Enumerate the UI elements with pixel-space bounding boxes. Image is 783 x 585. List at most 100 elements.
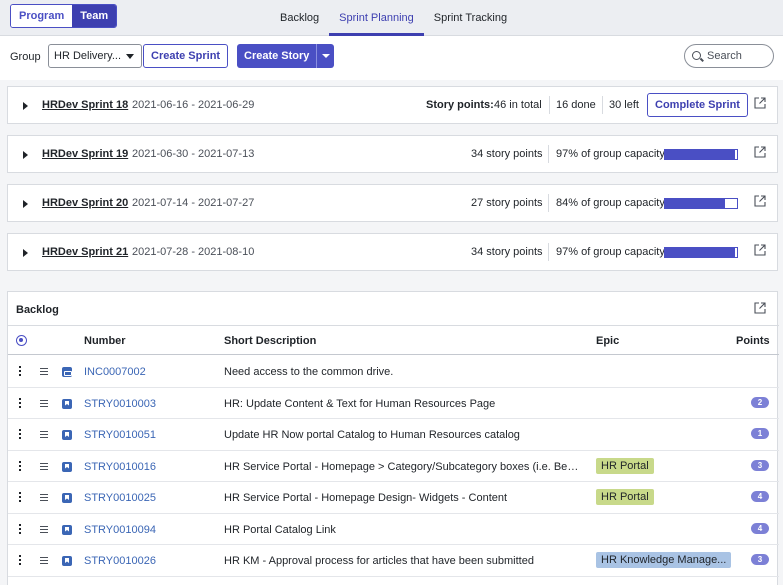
story-points-label: Story points: [426,99,494,111]
short-description: HR KM - Approval process for articles th… [224,555,534,567]
sprint-name-link[interactable]: HRDev Sprint 21 [42,246,128,258]
scope-toggle: Program Team [10,4,118,28]
story-points-count: 34 story points [471,148,543,160]
expand-caret-icon[interactable] [23,249,28,257]
table-row[interactable]: STRY0010026 HR KM - Approval process for… [8,545,779,577]
record-number-link[interactable]: STRY0010016 [84,461,156,473]
toolbar: Group HR Delivery... Create Sprint Creat… [0,36,783,80]
program-toggle-button[interactable]: Program [11,5,73,27]
open-external-icon[interactable] [754,146,766,158]
row-actions-icon[interactable] [19,492,21,503]
short-description: Update HR Now portal Catalog to Human Re… [224,429,520,441]
story-points-left: 30 left [609,99,639,111]
drag-handle-icon[interactable] [40,494,48,501]
row-actions-icon[interactable] [19,555,21,566]
tab-sprint-planning[interactable]: Sprint Planning [329,0,424,36]
record-number-link[interactable]: INC0007002 [84,366,146,378]
view-tabs: Backlog Sprint Planning Sprint Tracking [270,0,517,36]
drag-handle-icon[interactable] [40,462,48,470]
points-badge: 3 [751,554,769,565]
drag-handle-icon[interactable] [40,368,48,375]
tab-sprint-tracking[interactable]: Sprint Tracking [424,0,517,36]
divider [548,194,549,212]
story-type-icon [62,493,72,503]
table-row[interactable]: STRY0010016 HR Service Portal - Homepage… [8,451,779,482]
row-actions-icon[interactable] [19,366,21,377]
points-badge: 2 [751,396,769,408]
divider [548,145,549,163]
epic-tag[interactable]: HR Knowledge Manage... [596,552,732,568]
sprint-dates: 2021-07-28 - 2021-08-10 [132,246,255,258]
capacity-text: 97% of group capacity [556,246,665,258]
epic-tag[interactable]: HR Portal [596,489,654,505]
create-sprint-button[interactable]: Create Sprint [143,44,229,68]
record-number-link[interactable]: STRY0010025 [84,492,156,504]
group-select-value: HR Delivery... [54,50,122,62]
table-row[interactable]: STRY0010025 HR Service Portal - Homepage… [8,482,779,514]
capacity-bar [664,198,738,209]
row-actions-icon[interactable] [19,397,21,409]
backlog-panel: Backlog Number Short Description Epic Po… [7,291,779,585]
drag-handle-icon[interactable] [40,557,48,564]
column-header-epic[interactable]: Epic [596,335,619,347]
capacity-bar-fill [665,199,726,208]
team-toggle-button[interactable]: Team [72,5,117,27]
points-badge: 4 [751,522,769,534]
story-points-done: 16 done [556,99,596,111]
sprint-name-link[interactable]: HRDev Sprint 19 [42,148,128,160]
table-row[interactable]: INC0007002 Need access to the common dri… [8,356,779,388]
create-story-button[interactable]: Create Story [237,44,316,68]
open-external-icon[interactable] [754,302,766,314]
record-number-link[interactable]: STRY0010026 [84,555,156,567]
group-label: Group [10,51,41,63]
epic-tag[interactable]: HR Portal [596,457,654,474]
expand-caret-icon[interactable] [23,200,28,208]
search-placeholder: Search [707,50,742,62]
capacity-bar [664,149,738,160]
divider [549,96,550,114]
short-description: HR Portal Catalog Link [224,523,336,536]
tab-backlog[interactable]: Backlog [270,0,329,36]
expand-caret-icon[interactable] [23,102,28,110]
open-external-icon[interactable] [754,244,766,256]
table-row[interactable]: STRY0010051 Update HR Now portal Catalog… [8,419,779,451]
drag-handle-icon[interactable] [40,431,48,438]
row-actions-icon[interactable] [19,523,21,535]
drag-handle-icon[interactable] [40,525,48,533]
column-header-points[interactable]: Points [736,335,770,347]
record-number-link[interactable]: STRY0010003 [84,398,156,410]
open-external-icon[interactable] [754,97,766,109]
story-type-icon [62,461,72,472]
record-number-link[interactable]: STRY0010051 [84,429,156,441]
complete-sprint-button[interactable]: Complete Sprint [647,93,748,117]
points-badge: 1 [751,428,769,439]
expand-caret-icon[interactable] [23,151,28,159]
sprint-row: HRDev Sprint 18 2021-06-16 - 2021-06-29 … [7,86,778,124]
column-header-description[interactable]: Short Description [224,335,316,347]
column-settings-icon[interactable] [16,335,27,346]
sprint-dates: 2021-06-30 - 2021-07-13 [132,148,255,160]
backlog-title: Backlog [16,304,59,316]
column-header-number[interactable]: Number [84,335,126,347]
sprint-dates: 2021-06-16 - 2021-06-29 [132,99,255,111]
table-row[interactable]: STRY0010094 HR Portal Catalog Link 4 [8,514,779,545]
search-input[interactable]: Search [684,44,774,68]
incident-type-icon [62,367,72,377]
table-row[interactable]: STRY0010003 HR: Update Content & Text fo… [8,388,779,419]
create-story-dropdown-icon[interactable] [316,44,334,68]
row-actions-icon[interactable] [19,460,21,472]
record-number-link[interactable]: STRY0010094 [84,524,156,536]
open-external-icon[interactable] [754,195,766,207]
group-select[interactable]: HR Delivery... [48,44,142,68]
sprint-row: HRDev Sprint 20 2021-07-14 - 2021-07-27 … [7,184,778,222]
capacity-bar-fill [665,150,735,159]
sprint-name-link[interactable]: HRDev Sprint 20 [42,197,128,209]
top-bar: Program Team Backlog Sprint Planning Spr… [0,0,783,36]
points-badge: 3 [751,459,769,471]
search-icon [692,51,701,60]
chevron-down-icon [126,54,134,59]
sprint-name-link[interactable]: HRDev Sprint 18 [42,99,128,111]
create-story-split-button: Create Story [237,44,335,68]
drag-handle-icon[interactable] [40,399,48,407]
row-actions-icon[interactable] [19,429,21,440]
